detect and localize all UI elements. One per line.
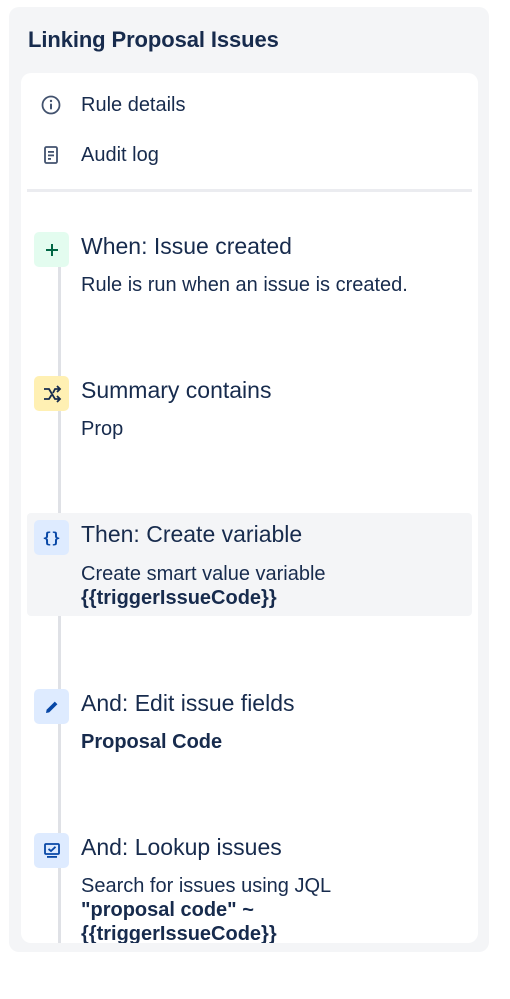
step-title: When: Issue created [81,233,292,259]
rule-card: Rule details Audit log When: Issue creat… [21,73,478,943]
step-description: Proposal Code [81,730,461,754]
step-description-variable: {{triggerIssueCode}} [81,587,277,609]
braces-icon: {} [34,520,69,555]
rule-title: Linking Proposal Issues [28,27,279,52]
rule-details-label: Rule details [81,93,186,116]
audit-log-item[interactable]: Audit log [21,135,478,175]
pencil-icon [34,689,69,724]
document-icon [40,144,62,166]
step-description: Search for issues using JQL "proposal co… [81,874,461,943]
step-edit-fields[interactable]: And: Edit issue fields Proposal Code [27,685,472,765]
step-description-text: Search for issues using JQL [81,875,332,897]
audit-log-label: Audit log [81,143,159,166]
step-trigger[interactable]: When: Issue created Rule is run when an … [27,221,472,301]
info-icon [40,94,62,116]
step-condition[interactable]: Summary contains Prop [27,365,472,445]
lookup-icon [34,833,69,868]
shuffle-icon [34,376,69,411]
step-description-jql-line1: "proposal code" ~ [81,899,254,921]
rule-details-item[interactable]: Rule details [21,85,478,125]
step-title: And: Edit issue fields [81,690,295,716]
step-create-variable[interactable]: {} Then: Create variable Create smart va… [27,513,472,616]
divider [27,189,472,192]
step-description: Create smart value variable {{triggerIss… [81,562,461,610]
step-description-text: Create smart value variable [81,563,326,585]
step-title: Summary contains [81,377,272,403]
step-title: Then: Create variable [81,521,303,547]
step-description-jql-line2: {{triggerIssueCode}} [81,923,277,943]
rule-panel: Linking Proposal Issues Rule details Aud… [9,7,489,952]
step-description: Prop [81,418,124,440]
step-description: Rule is run when an issue is created. [81,274,408,296]
plus-icon [34,232,69,267]
step-description-field: Proposal Code [81,731,223,753]
step-lookup-issues[interactable]: And: Lookup issues Search for issues usi… [27,829,472,943]
step-title: And: Lookup issues [81,834,282,860]
